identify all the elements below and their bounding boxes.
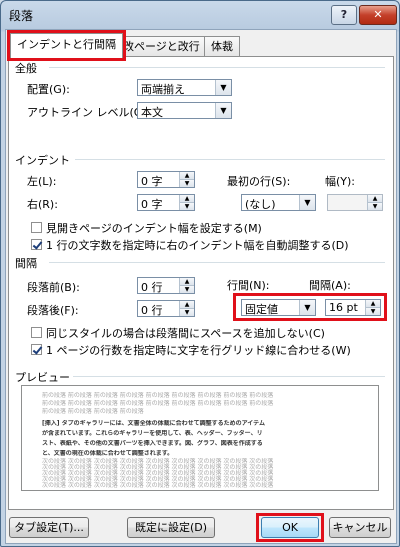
space-after-spinner[interactable]: 0 行 ▲ ▼ <box>137 300 195 317</box>
spin-arrows: ▲ ▼ <box>179 301 194 316</box>
line-spacing-label: 行間(N): <box>227 279 270 292</box>
spacing-at-value: 16 pt <box>329 301 358 314</box>
close-button[interactable]: ✕ <box>359 5 397 25</box>
no-space-same-style-checkbox[interactable] <box>31 327 42 338</box>
section-general-title: 全般 <box>15 62 37 75</box>
preview-body-line: が含まれています。これらのギャラリーを使用して、表、ヘッダー、フッター、リ <box>42 430 263 437</box>
spin-up-icon[interactable]: ▲ <box>180 172 194 180</box>
spin-down-icon[interactable]: ▼ <box>366 308 380 315</box>
spin-arrows: ▲ ▼ <box>179 195 194 210</box>
paragraph-dialog: 段落 ? ✕ インデントと行間隔 改ページと改行 体裁 全般 配置(G): 両端… <box>0 0 400 547</box>
left-indent-value: 0 字 <box>141 175 163 188</box>
snap-to-grid-checkbox[interactable] <box>31 344 42 355</box>
help-button[interactable]: ? <box>331 5 357 25</box>
tab-line-page-breaks[interactable]: 改ページと改行 <box>116 36 207 57</box>
snap-to-grid-label: 1 ページの行数を指定時に文字を行グリッド線に合わせる(W) <box>46 344 351 357</box>
tab-indent-spacing[interactable]: インデントと行間隔 <box>7 30 126 61</box>
right-indent-label: 右(R): <box>27 198 58 211</box>
chevron-down-icon: ▼ <box>299 195 315 210</box>
dialog-client: インデントと行間隔 改ページと改行 体裁 全般 配置(G): 両端揃え ▼ アウ… <box>5 29 397 544</box>
divider <box>75 159 385 160</box>
left-indent-spinner[interactable]: 0 字 ▲ ▼ <box>137 171 195 188</box>
divider <box>49 67 385 68</box>
set-default-button[interactable]: 既定に設定(D) <box>127 517 215 538</box>
spacing-at-label: 間隔(A): <box>309 279 351 292</box>
chevron-down-icon: ▼ <box>299 300 315 315</box>
preview-body-line: と、文書の現在の体裁に合わせて調整されます。 <box>42 450 174 457</box>
section-preview-title: プレビュー <box>15 371 70 384</box>
line-spacing-value: 固定値 <box>245 303 278 316</box>
auto-adjust-checkbox[interactable] <box>31 239 42 250</box>
outline-level-label: アウトライン レベル(O): <box>27 106 151 119</box>
section-indent-title: インデント <box>15 154 70 167</box>
tabs-settings-button[interactable]: タブ設定(T)... <box>9 517 89 538</box>
no-space-same-style-label: 同じスタイルの場合は段落間にスペースを追加しない(C) <box>46 327 325 340</box>
cancel-button[interactable]: キャンセル <box>329 517 391 538</box>
mirror-indents-checkbox[interactable] <box>31 222 42 233</box>
alignment-value: 両端揃え <box>141 83 185 96</box>
spacing-at-spinner[interactable]: 16 pt ▲ ▼ <box>325 299 381 316</box>
first-line-label: 最初の行(S): <box>227 175 291 188</box>
space-after-value: 0 行 <box>141 304 163 317</box>
space-after-label: 段落後(F): <box>27 304 79 317</box>
preview-body-line: [挿入] タブのギャラリーには、文書全体の体裁に合わせて調整するためのアイテム <box>42 420 265 427</box>
title-bar: 段落 ? ✕ <box>1 1 399 27</box>
spin-down-icon[interactable]: ▼ <box>180 180 194 187</box>
spin-arrows: ▲ ▼ <box>179 278 194 293</box>
spin-up-icon[interactable]: ▲ <box>366 300 380 308</box>
left-indent-label: 左(L): <box>27 175 57 188</box>
right-indent-spinner[interactable]: 0 字 ▲ ▼ <box>137 194 195 211</box>
preview-prev-line: 前の段落 前の段落 前の段落 前の段落 <box>42 408 144 415</box>
indent-width-label: 幅(Y): <box>325 175 356 188</box>
space-before-label: 段落前(B): <box>27 281 80 294</box>
tab-panel: 全般 配置(G): 両端揃え ▼ アウトライン レベル(O): 本文 ▼ インデ… <box>8 56 394 510</box>
outline-level-select[interactable]: 本文 ▼ <box>137 102 232 119</box>
right-indent-value: 0 字 <box>141 198 163 211</box>
auto-adjust-label: 1 行の文字数を指定時に右のインデント幅を自動調整する(D) <box>46 239 349 252</box>
dialog-title: 段落 <box>9 9 34 23</box>
preview-body-line: スト、表紙や、その他の文書パーツを挿入できます。図、グラフ、図表を作成する <box>42 440 263 447</box>
spin-up-icon[interactable]: ▲ <box>180 301 194 309</box>
spin-down-icon[interactable]: ▼ <box>180 203 194 210</box>
indent-width-spinner[interactable]: ▲ ▼ <box>327 194 383 211</box>
spin-down-icon[interactable]: ▼ <box>368 203 382 210</box>
spin-arrows: ▲ ▼ <box>367 195 382 210</box>
spin-up-icon[interactable]: ▲ <box>368 195 382 203</box>
space-before-value: 0 行 <box>141 281 163 294</box>
outline-level-value: 本文 <box>141 106 163 119</box>
preview-box: 前の段落 前の段落 前の段落 前の段落 前の段落 前の段落 前の段落 前の段落 … <box>21 385 379 491</box>
alignment-label: 配置(G): <box>27 83 70 96</box>
mirror-indents-label: 見開きページのインデント幅を設定する(M) <box>46 222 262 235</box>
spin-down-icon[interactable]: ▼ <box>180 286 194 293</box>
spin-arrows: ▲ ▼ <box>365 300 380 315</box>
line-spacing-select[interactable]: 固定値 ▼ <box>241 299 316 316</box>
spin-up-icon[interactable]: ▲ <box>180 278 194 286</box>
first-line-value: (なし) <box>245 198 276 211</box>
divider <box>49 262 385 263</box>
tab-typography[interactable]: 体裁 <box>204 36 240 57</box>
chevron-down-icon: ▼ <box>215 80 231 95</box>
spin-up-icon[interactable]: ▲ <box>180 195 194 203</box>
ok-button[interactable]: OK <box>261 517 319 538</box>
first-line-select[interactable]: (なし) ▼ <box>241 194 316 211</box>
chevron-down-icon: ▼ <box>215 103 231 118</box>
preview-prev-line: 前の段落 前の段落 前の段落 前の段落 前の段落 前の段落 前の段落 前の段落 … <box>42 392 274 399</box>
section-spacing-title: 間隔 <box>15 257 37 270</box>
spin-down-icon[interactable]: ▼ <box>180 309 194 316</box>
divider <box>73 376 385 377</box>
preview-next-line: 次の段落 次の段落 次の段落 次の段落 次の段落 次の段落 次の段落 次の段落 … <box>42 482 274 489</box>
alignment-select[interactable]: 両端揃え ▼ <box>137 79 232 96</box>
preview-prev-line: 前の段落 前の段落 前の段落 前の段落 前の段落 前の段落 前の段落 前の段落 … <box>42 400 274 407</box>
space-before-spinner[interactable]: 0 行 ▲ ▼ <box>137 277 195 294</box>
spin-arrows: ▲ ▼ <box>179 172 194 187</box>
